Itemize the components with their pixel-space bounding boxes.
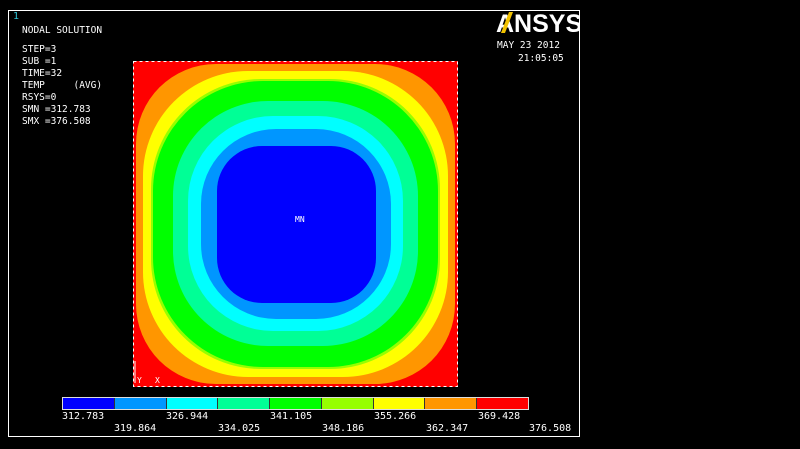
legend-value-10: 376.508 [529,423,572,434]
legend-value-9: 369.428 [478,411,521,422]
legend-swatch-8 [425,398,478,409]
step-label: STEP=3 [22,44,57,55]
svg-text:Y: Y [137,376,142,385]
legend-value-8: 362.347 [426,423,469,434]
smx-label: SMX =376.508 [22,116,91,127]
legend-swatch-4 [218,398,271,409]
ansys-logo: ANSYS [496,10,580,36]
contour-band-1 [217,146,376,303]
date-stamp: MAY 23 2012 [497,40,560,51]
substep-label: SUB =1 [22,56,57,67]
legend-value-6: 348.186 [322,423,365,434]
result-title: NODAL SOLUTION [22,25,103,36]
legend-swatch-3 [166,398,219,409]
result-item-label: TEMP (AVG) [22,80,103,91]
legend-value-5: 341.105 [270,411,313,422]
legend-swatch-1 [63,398,115,409]
smn-label: SMN =312.783 [22,104,91,115]
legend-value-4: 334.025 [218,423,261,434]
window-number: 1 [13,11,20,22]
legend-value-2: 319.864 [114,423,157,434]
legend-swatch-5 [270,398,322,409]
time-stamp: 21:05:05 [518,53,564,64]
min-marker: MN [295,215,305,224]
rsys-label: RSYS=0 [22,92,57,103]
time-label: TIME=32 [22,68,63,79]
legend-swatch-6 [321,398,374,409]
legend-value-3: 326.944 [166,411,209,422]
axis-x-label: X [155,376,160,385]
contour-plot[interactable]: MN Y X [133,61,458,387]
legend-swatch-7 [373,398,426,409]
legend-value-7: 355.266 [374,411,417,422]
color-legend-bar [62,397,529,410]
legend-swatch-9 [477,398,529,409]
legend-swatch-2 [114,398,167,409]
legend-value-1: 312.783 [62,411,105,422]
